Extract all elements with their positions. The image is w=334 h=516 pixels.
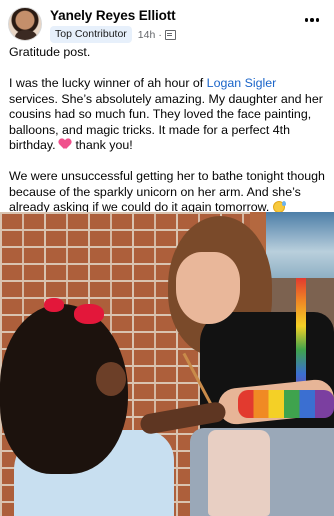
- painter-face: [176, 252, 240, 324]
- post-text-span: services. She’s absolutely amazing. My d…: [9, 91, 323, 153]
- post-text-line: Gratitude post.: [9, 45, 91, 59]
- post-text-paragraph: We were unsuccessful getting her to bath…: [9, 169, 327, 216]
- post-time[interactable]: 14h: [138, 29, 156, 41]
- author-name[interactable]: Yanely Reyes Elliott: [50, 8, 176, 23]
- face-painting-photo[interactable]: [0, 212, 334, 516]
- towel: [208, 430, 270, 516]
- hair-bow: [74, 304, 104, 324]
- post-header: Yanely Reyes Elliott Top Contributor 14h…: [8, 5, 326, 43]
- sparkling-heart-emoji-icon: [59, 139, 72, 150]
- post-text-span: I was the lucky winner of ah hour of: [9, 76, 207, 90]
- group-icon: [164, 29, 176, 40]
- rainbow-sleeve: [238, 390, 334, 418]
- more-options-icon: [304, 18, 309, 22]
- post-body: Gratitude post. I was the lucky winner o…: [9, 45, 327, 231]
- tv-screen: [266, 212, 334, 278]
- girl-cheek: [96, 362, 126, 396]
- more-options-button[interactable]: [300, 11, 324, 29]
- mention-link[interactable]: Logan Sigler: [207, 76, 277, 90]
- hair-bow: [44, 298, 64, 312]
- more-options-icon-dot: [310, 18, 314, 22]
- more-options-icon-dot: [315, 18, 320, 22]
- meta-separator: ·: [158, 28, 162, 41]
- top-contributor-badge[interactable]: Top Contributor: [50, 26, 132, 43]
- post-meta: Top Contributor 14h ·: [50, 26, 176, 43]
- post-text-paragraph: I was the lucky winner of ah hour of Log…: [9, 76, 327, 154]
- post-text-span: thank you!: [72, 138, 133, 152]
- avatar[interactable]: [8, 7, 42, 41]
